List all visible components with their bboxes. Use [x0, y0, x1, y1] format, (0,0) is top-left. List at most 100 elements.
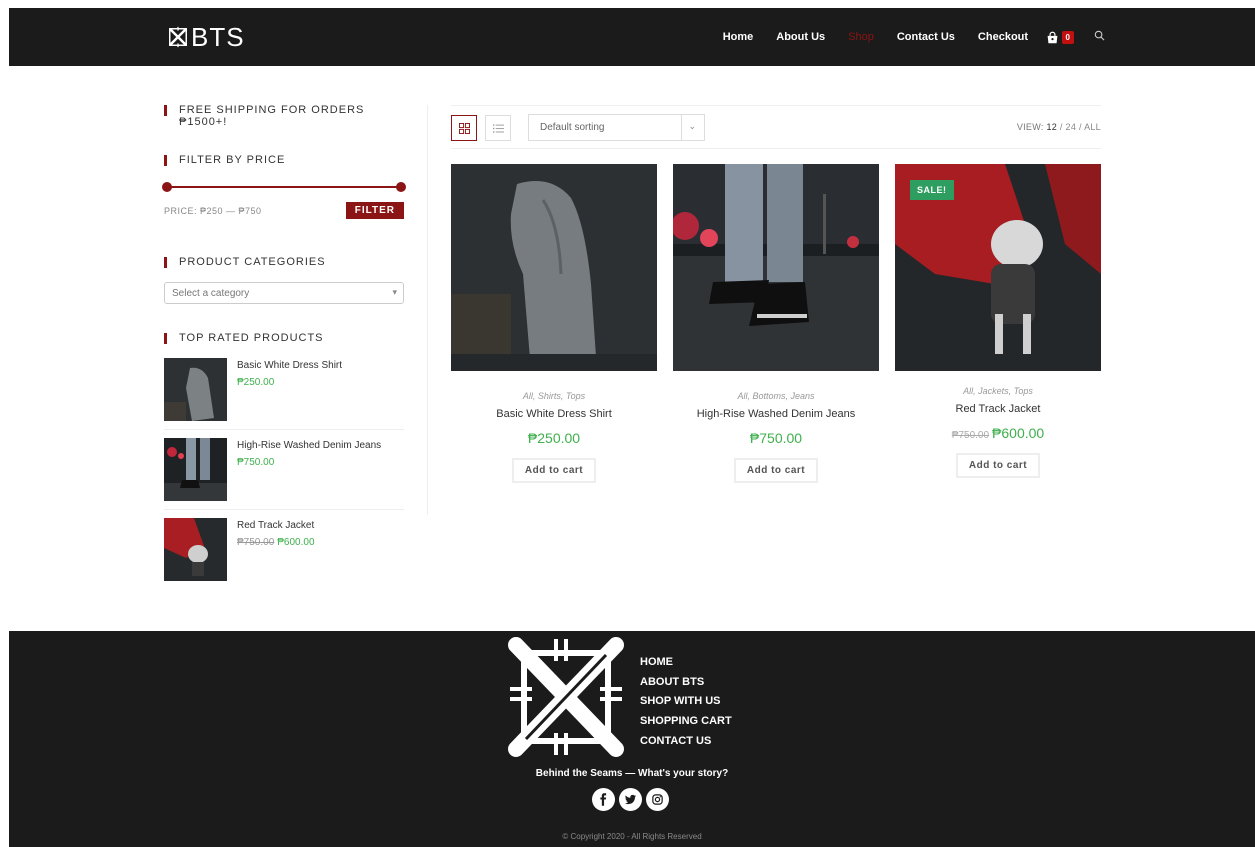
add-to-cart-button[interactable]: Add to cart	[955, 453, 1041, 478]
sort-select[interactable]: Default sorting ⌄	[528, 114, 705, 141]
footer-link-about[interactable]: ABOUT BTS	[640, 673, 732, 693]
shop-toolbar: Default sorting ⌄ VIEW: 12 / 24 / ALL	[451, 105, 1101, 149]
current-price: ₱750.00	[237, 457, 275, 468]
view-option-all[interactable]: ALL	[1084, 122, 1101, 132]
footer-link-shop[interactable]: SHOP WITH US	[640, 692, 732, 712]
sidebar-divider	[427, 105, 428, 515]
crossed-needles-logo-icon[interactable]	[506, 635, 626, 759]
product-thumbnail[interactable]	[164, 438, 227, 501]
top-rated-item[interactable]: Basic White Dress Shirt ₱250.00	[164, 358, 404, 430]
cart-count-badge: 0	[1061, 30, 1074, 44]
product-price: ₱750.00	[673, 430, 879, 446]
filter-button[interactable]: FILTER	[345, 202, 404, 219]
footer-link-cart[interactable]: SHOPPING CART	[640, 712, 732, 732]
category-select[interactable]: Select a category	[164, 282, 404, 304]
product-name[interactable]: High-Rise Washed Denim Jeans	[673, 408, 879, 420]
top-rated-item[interactable]: High-Rise Washed Denim Jeans ₱750.00	[164, 438, 404, 510]
filter-by-price-title: FILTER BY PRICE	[164, 154, 404, 166]
product-categories-title: PRODUCT CATEGORIES	[164, 256, 404, 268]
current-price: ₱250.00	[527, 430, 581, 446]
current-price: ₱250.00	[237, 377, 275, 388]
footer-tagline: Behind the Seams — What's your story?	[535, 768, 729, 779]
price-range-bar	[167, 186, 401, 188]
product-name[interactable]: Basic White Dress Shirt	[451, 408, 657, 420]
top-rated-products-title: TOP RATED PRODUCTS	[164, 332, 404, 344]
twitter-link[interactable]	[619, 788, 642, 811]
footer-menu: HOME ABOUT BTS SHOP WITH US SHOPPING CAR…	[640, 653, 732, 752]
product-image[interactable]	[671, 164, 879, 371]
view-label: VIEW:	[1016, 122, 1044, 132]
top-rated-price: ₱250.00	[237, 377, 342, 388]
current-price: ₱600.00	[992, 425, 1045, 441]
nav-checkout[interactable]: Checkout	[966, 31, 1039, 43]
grid-view-button[interactable]	[451, 115, 477, 141]
product-categories: All, Bottoms, Jeans	[737, 391, 815, 401]
add-to-cart-button[interactable]: Add to cart	[511, 458, 597, 483]
footer-link-home[interactable]: HOME	[640, 653, 732, 673]
view-option-12[interactable]: 12	[1046, 122, 1057, 132]
product-card: SALE! All, Jackets, Tops Red Track Jacke…	[895, 164, 1101, 478]
site-logo[interactable]: BTS	[167, 24, 245, 50]
top-rated-item[interactable]: Red Track Jacket ₱750.00 ₱600.00	[164, 518, 404, 589]
copyright-text: © Copyright 2020 - All Rights Reserved	[562, 832, 702, 841]
grid-icon	[458, 122, 470, 134]
facebook-icon	[600, 793, 607, 806]
footer-link-contact[interactable]: CONTACT US	[640, 732, 732, 752]
current-price: ₱750.00	[749, 430, 803, 446]
nav-contact-us[interactable]: Contact Us	[885, 31, 966, 43]
twitter-icon	[624, 794, 637, 805]
product-categories: All, Shirts, Tops	[522, 391, 586, 401]
shop-sidebar: FREE SHIPPING FOR ORDERS ₱1500+! FILTER …	[162, 100, 406, 597]
product-card: All, Shirts, Tops Basic White Dress Shir…	[451, 164, 657, 483]
price-range-slider[interactable]	[162, 182, 406, 192]
instagram-icon	[652, 794, 663, 805]
top-rated-name[interactable]: Red Track Jacket	[237, 520, 315, 531]
old-price: ₱750.00	[951, 430, 990, 441]
list-icon	[492, 123, 504, 133]
crossed-needles-logo-icon	[168, 26, 188, 48]
top-rated-name[interactable]: Basic White Dress Shirt	[237, 360, 342, 371]
page: BTS Home About Us Shop Contact Us Checko…	[0, 0, 1255, 847]
search-button[interactable]	[1082, 28, 1105, 46]
main-nav: Home About Us Shop Contact Us Checkout 0	[711, 8, 1105, 66]
old-price: ₱750.00	[237, 537, 275, 548]
site-logo-text: BTS	[191, 22, 245, 52]
social-links	[592, 788, 669, 811]
top-rated-list: Basic White Dress Shirt ₱250.00 High-Ris…	[164, 358, 404, 589]
price-filter-row: PRICE: ₱250 — ₱750 FILTER	[164, 202, 404, 219]
sale-badge: SALE!	[910, 180, 954, 200]
top-rated-price: ₱750.00	[237, 457, 381, 468]
search-icon	[1094, 30, 1105, 41]
top-rated-price: ₱750.00 ₱600.00	[237, 537, 315, 548]
chevron-down-icon: ⌄	[688, 121, 696, 131]
view-option-24[interactable]: 24	[1066, 122, 1077, 132]
instagram-link[interactable]	[646, 788, 669, 811]
sort-select-value: Default sorting	[540, 122, 605, 133]
list-view-button[interactable]	[485, 115, 511, 141]
top-rated-name[interactable]: High-Rise Washed Denim Jeans	[237, 440, 381, 451]
add-to-cart-button[interactable]: Add to cart	[733, 458, 819, 483]
current-price: ₱600.00	[277, 537, 315, 548]
nav-shop[interactable]: Shop	[837, 31, 886, 43]
sort-divider	[681, 115, 682, 140]
product-price: ₱750.00 ₱600.00	[895, 425, 1101, 441]
product-card: All, Bottoms, Jeans High-Rise Washed Den…	[671, 164, 879, 483]
product-thumbnail[interactable]	[164, 358, 227, 421]
free-shipping-title: FREE SHIPPING FOR ORDERS ₱1500+!	[164, 104, 404, 128]
facebook-link[interactable]	[592, 788, 615, 811]
cart-button[interactable]: 0	[1040, 30, 1082, 44]
product-image[interactable]	[451, 164, 657, 371]
price-min-handle[interactable]	[162, 182, 172, 192]
product-thumbnail[interactable]	[164, 518, 227, 581]
product-image-wrap[interactable]: SALE!	[895, 164, 1101, 371]
product-price: ₱250.00	[451, 430, 657, 446]
site-footer: HOME ABOUT BTS SHOP WITH US SHOPPING CAR…	[9, 631, 1255, 847]
site-header: BTS Home About Us Shop Contact Us Checko…	[9, 8, 1255, 66]
nav-home[interactable]: Home	[711, 31, 765, 43]
price-range-label: PRICE: ₱250 — ₱750	[164, 205, 262, 216]
view-count-selector: VIEW: 12 / 24 / ALL	[1016, 122, 1101, 132]
nav-about-us[interactable]: About Us	[765, 31, 837, 43]
price-max-handle[interactable]	[396, 182, 406, 192]
shopping-bag-icon	[1047, 31, 1057, 43]
product-name[interactable]: Red Track Jacket	[895, 403, 1101, 415]
